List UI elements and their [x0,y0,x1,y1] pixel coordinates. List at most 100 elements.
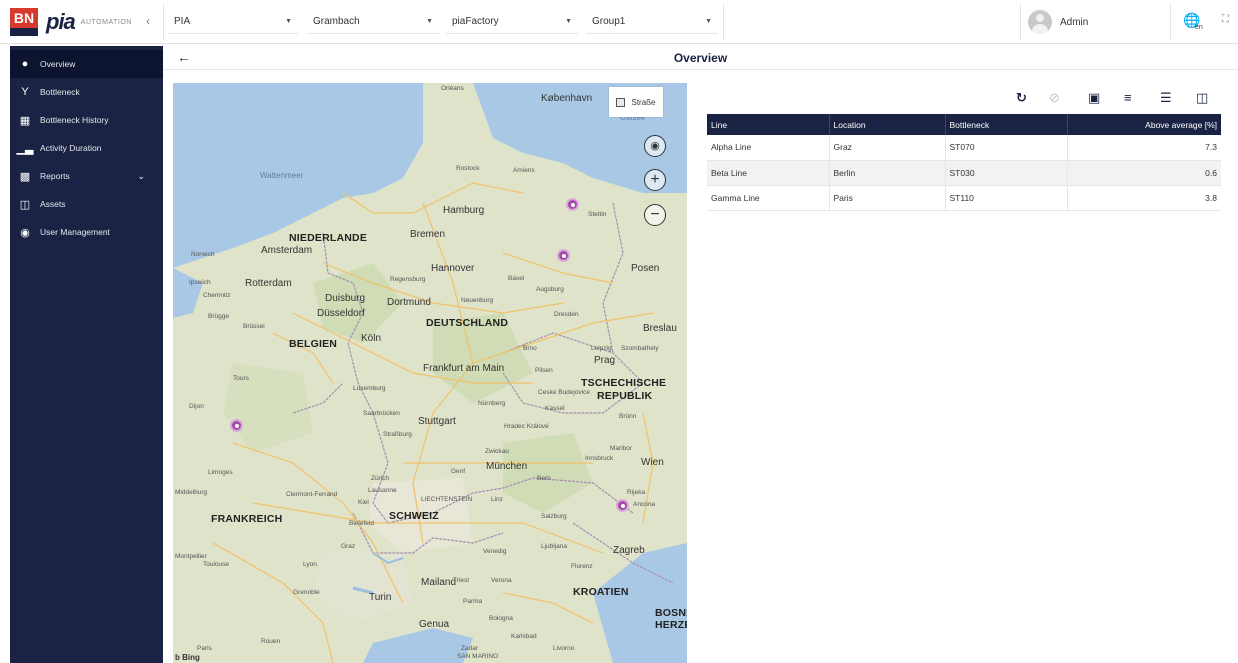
map-label: Orléans [441,85,464,92]
map-style-button[interactable]: Straße [609,87,663,117]
map-label: Amiens [513,167,535,174]
map-label: Brüssel [243,323,265,330]
map-label: REPUBLIK [597,390,653,402]
divider [163,4,164,40]
map-label: Dresden [554,311,579,318]
zoom-out-icon[interactable]: − [644,204,666,226]
column-header-above-average[interactable]: Above average [%] [1067,114,1221,135]
map-label: Innsbruck [585,455,614,462]
column-header-bottleneck[interactable]: Bottleneck [945,114,1068,135]
map-label: Posen [631,263,660,274]
map-label: Chemnitz [203,292,231,299]
map-marker[interactable] [616,499,629,512]
group-select[interactable]: Group1 ▼ [586,10,718,34]
cancel-icon[interactable]: ⊘ [1049,90,1060,106]
chevron-down-icon: ▼ [426,18,433,25]
map-marker[interactable] [230,419,243,432]
map-label: Zürich [371,475,390,482]
table-row[interactable]: Beta Line Berlin ST030 0.6 [707,160,1221,186]
align-icon[interactable]: ☰ [1160,90,1172,106]
cell-location: Berlin [829,160,946,186]
cell-above-average: 0.6 [1067,160,1221,186]
map-label: Lausanne [368,487,397,494]
bar-chart-icon: ▁▃ [16,142,34,155]
map-marker[interactable] [557,249,570,262]
map-label: BELGIEN [289,338,338,350]
map-label: Dortmund [387,297,431,308]
automation-text: AUTOMATION [80,18,132,26]
map-label: Limoges [208,469,233,476]
map-label: Toulouse [203,561,230,568]
pia-logo: pia [46,9,76,34]
map-label: Pilsen [535,367,553,374]
sidebar-item-label: Assets [40,199,66,209]
factory-select-value: piaFactory [452,16,499,27]
filter-icon[interactable]: ≡ [1124,90,1132,105]
map-label: TSCHECHISCHE [581,377,667,389]
map-label: Brügge [208,313,229,320]
sidebar-item-assets[interactable]: ◫ Assets [10,190,163,218]
sidebar-item-label: Overview [40,59,76,69]
column-header-line[interactable]: Line [707,114,830,135]
site-select[interactable]: Grambach ▼ [307,10,439,34]
sidebar-item-activity-duration[interactable]: ▁▃ Activity Duration [10,134,163,162]
map-label: Prag [594,355,616,366]
map-label: Venedig [483,548,507,555]
sidebar-item-bottleneck[interactable]: Y Bottleneck [10,78,163,106]
user-menu[interactable]: Admin [1028,10,1088,34]
map-label: Dijon [189,403,204,410]
map-label: KROATIEN [573,586,629,598]
cell-bottleneck: ST070 [945,135,1068,161]
location-pin-icon: ● [21,58,29,70]
map-label: BOSNIE [655,607,687,619]
map-layer-icon [616,97,626,107]
map-label: Ancona [633,501,656,508]
top-bar: BN pia AUTOMATION ‹ PIA ▼ Grambach ▼ piaFa… [0,0,1238,44]
map-label: Mailand [421,577,457,588]
collapse-sidebar-icon[interactable]: ‹ [146,14,150,28]
refresh-icon[interactable]: ↻ [1016,90,1027,106]
sidebar-item-bottleneck-history[interactable]: ▦ Bottleneck History [10,106,163,134]
map-label: Wattenmeer [260,171,304,180]
map-label: Kiel [358,499,369,506]
sidebar-item-label: Bottleneck [40,87,80,97]
map-label: Regensburg [390,276,426,283]
map-label: Düsseldorf [317,308,365,319]
zoom-in-icon[interactable]: + [644,169,666,191]
locate-icon[interactable]: ◉ [644,135,666,157]
sidebar-item-reports[interactable]: ▩ Reports ⌄ [10,162,163,190]
map-marker[interactable] [566,198,579,211]
cell-location: Paris [829,185,946,211]
app-window: BN pia AUTOMATION ‹ PIA ▼ Grambach ▼ piaFa… [0,0,1238,663]
map-label: Stuttgart [418,416,456,427]
map-label: Karlsbad [511,633,537,640]
column-header-location[interactable]: Location [829,114,946,135]
map-label: Kassel [545,405,565,412]
map-label: NIEDERLANDE [289,232,368,244]
table-row[interactable]: Gamma Line Paris ST110 3.8 [707,185,1221,211]
save-icon[interactable]: ▣ [1088,90,1100,106]
factory-select[interactable]: piaFactory ▼ [446,10,578,34]
language-selector[interactable]: 🌐 en [1183,12,1203,31]
company-select[interactable]: PIA ▼ [168,10,298,34]
map-label: Brünn [619,413,637,420]
sidebar: ● Overview Y Bottleneck ▦ Bottleneck His… [10,46,163,663]
divider [1170,4,1171,40]
table-row[interactable]: Alpha Line Graz ST070 7.3 [707,135,1221,161]
sidebar-item-user-management[interactable]: ◉ User Management [10,218,163,246]
map-label: Turin [369,592,392,603]
fullscreen-icon[interactable]: ⛶ [1222,14,1229,25]
sidebar-item-overview[interactable]: ● Overview [10,50,163,78]
document-icon: ▩ [19,170,31,183]
map-view[interactable]: Orléans København Ostsee Rostock Amiens … [173,83,687,663]
map-label: Hamburg [443,205,485,216]
columns-icon[interactable]: ◫ [1196,90,1208,106]
sidebar-item-label: Reports [40,171,70,181]
map-label: Zadar [461,645,478,652]
map-label: Bologna [489,615,513,622]
map-label: LIECHTENSTEIN [421,496,473,503]
map-label: Ceske Budejovice [538,389,591,396]
chevron-down-icon: ▼ [565,18,572,25]
bn-logo-bar [10,28,38,36]
language-code: en [1195,24,1203,31]
